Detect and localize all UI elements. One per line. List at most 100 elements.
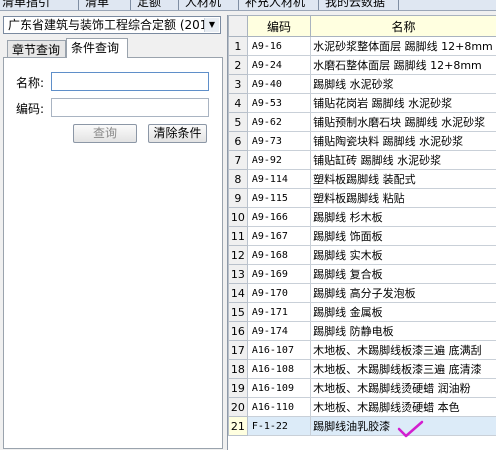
quota-name-cell[interactable]: 木地板、木踢脚线烫硬蜡 润油粉 (310, 378, 496, 398)
table-row[interactable]: 5 A9-62 铺贴预制水磨石块 踢脚线 水泥砂浆 (228, 112, 496, 132)
row-number[interactable]: 3 (228, 74, 248, 94)
code-input[interactable] (51, 98, 209, 117)
quota-code-cell[interactable]: A9-168 (246, 245, 312, 265)
quota-name-cell[interactable]: 铺贴陶瓷块料 踢脚线 水泥砂浆 (310, 131, 496, 151)
quota-code-cell[interactable]: A9-115 (246, 188, 312, 208)
clear-conditions-button[interactable]: 清除条件 (148, 124, 207, 143)
table-row[interactable]: 2 A9-24 水磨石整体面层 踢脚线 12+8mm (228, 55, 496, 75)
row-number[interactable]: 19 (228, 378, 248, 398)
quota-name-cell[interactable]: 木地板、木踢脚线板漆三遍 底满刮 (310, 340, 496, 360)
row-number[interactable]: 7 (228, 150, 248, 170)
quota-code-cell[interactable]: A9-24 (246, 55, 312, 75)
quota-code-cell[interactable]: A9-40 (246, 74, 312, 94)
row-number[interactable]: 10 (228, 207, 248, 227)
quota-name-cell[interactable]: 踢脚线 水泥砂浆 (310, 74, 496, 94)
quota-name-cell[interactable]: 踢脚线 复合板 (310, 264, 496, 284)
tab-quota[interactable]: 定额 (137, 0, 161, 10)
quota-code-cell[interactable]: A9-16 (246, 36, 312, 56)
table-row[interactable]: 10 A9-166 踢脚线 杉木板 (228, 207, 496, 227)
quota-code-cell[interactable]: A9-114 (246, 169, 312, 189)
row-number[interactable]: 14 (228, 283, 248, 303)
table-row[interactable]: 13 A9-169 踢脚线 复合板 (228, 264, 496, 284)
table-row[interactable]: 7 A9-92 铺贴缸砖 踢脚线 水泥砂浆 (228, 150, 496, 170)
query-button[interactable]: 查询 (73, 124, 137, 143)
row-number[interactable]: 17 (228, 340, 248, 360)
table-row[interactable]: 8 A9-114 塑料板踢脚线 装配式 (228, 169, 496, 189)
table-row[interactable]: 11 A9-167 踢脚线 饰面板 (228, 226, 496, 246)
quota-name-cell[interactable]: 木地板、木踢脚线板漆三遍 底清漆 (310, 359, 496, 379)
quota-library-select[interactable]: 广东省建筑与装饰工程综合定额 (201 ▼ (3, 16, 221, 34)
quota-name-cell[interactable]: 铺贴预制水磨石块 踢脚线 水泥砂浆 (310, 112, 496, 132)
tab-condition-query[interactable]: 条件查询 (66, 38, 128, 58)
row-number[interactable]: 4 (228, 93, 248, 113)
quota-name-cell[interactable]: 水磨石整体面层 踢脚线 12+8mm (310, 55, 496, 75)
row-number[interactable]: 1 (228, 36, 248, 56)
quota-code-cell[interactable]: A16-107 (246, 340, 312, 360)
quota-code-cell[interactable]: A9-174 (246, 321, 312, 341)
quota-name-cell[interactable]: 踢脚线 实木板 (310, 245, 496, 265)
row-number[interactable]: 21 (228, 416, 248, 436)
table-row[interactable]: 19 A16-109 木地板、木踢脚线烫硬蜡 润油粉 (228, 378, 496, 398)
row-number[interactable]: 9 (228, 188, 248, 208)
quota-name-cell[interactable]: 铺贴花岗岩 踢脚线 水泥砂浆 (310, 93, 496, 113)
table-row[interactable]: 18 A16-108 木地板、木踢脚线板漆三遍 底清漆 (228, 359, 496, 379)
quota-code-cell[interactable]: A9-73 (246, 131, 312, 151)
chevron-down-icon[interactable]: ▼ (204, 18, 219, 32)
quota-name-cell[interactable]: 踢脚线 高分子发泡板 (310, 283, 496, 303)
tab-cloud-data[interactable]: 我的云数据 (325, 0, 385, 10)
quota-name-cell[interactable]: 水泥砂浆整体面层 踢脚线 12+8mm (310, 36, 496, 56)
quota-name-cell[interactable]: 踢脚线 杉木板 (310, 207, 496, 227)
tab-chapter-query[interactable]: 章节查询 (7, 40, 66, 58)
quota-name-cell[interactable]: 踢脚线油乳胶漆 (310, 416, 496, 436)
quota-code-cell[interactable]: A9-167 (246, 226, 312, 246)
row-number[interactable]: 20 (228, 397, 248, 417)
quota-code-cell[interactable]: A9-92 (246, 150, 312, 170)
row-number[interactable]: 16 (228, 321, 248, 341)
quota-code-cell[interactable]: A9-53 (246, 93, 312, 113)
quota-code-cell[interactable]: A9-62 (246, 112, 312, 132)
table-row[interactable]: 14 A9-170 踢脚线 高分子发泡板 (228, 283, 496, 303)
quota-name-cell[interactable]: 踢脚线 饰面板 (310, 226, 496, 246)
quota-name-cell[interactable]: 塑料板踢脚线 装配式 (310, 169, 496, 189)
row-number[interactable]: 18 (228, 359, 248, 379)
row-number[interactable]: 5 (228, 112, 248, 132)
quota-code-cell[interactable]: F-1-22 (246, 416, 312, 436)
table-row[interactable]: 15 A9-171 踢脚线 金属板 (228, 302, 496, 322)
quota-results-grid[interactable]: 编码 名称 1 A9-16 水泥砂浆整体面层 踢脚线 12+8mm 2 A9-24 水磨石… (227, 15, 496, 450)
quota-name-cell[interactable]: 铺贴缸砖 踢脚线 水泥砂浆 (310, 150, 496, 170)
tab-bill[interactable]: 清单 (85, 0, 109, 10)
row-number[interactable]: 12 (228, 245, 248, 265)
row-number[interactable]: 13 (228, 264, 248, 284)
tab-custom-materials[interactable]: 补充人材机 (245, 0, 305, 10)
table-row[interactable]: 4 A9-53 铺贴花岗岩 踢脚线 水泥砂浆 (228, 93, 496, 113)
row-number[interactable]: 15 (228, 302, 248, 322)
table-row[interactable]: 6 A9-73 铺贴陶瓷块料 踢脚线 水泥砂浆 (228, 131, 496, 151)
quota-code-cell[interactable]: A9-166 (246, 207, 312, 227)
quota-code-cell[interactable]: A9-169 (246, 264, 312, 284)
table-row[interactable]: 21 F-1-22 踢脚线油乳胶漆 (228, 416, 496, 436)
quota-code-cell[interactable]: A16-108 (246, 359, 312, 379)
quota-name-cell[interactable]: 踢脚线 防静电板 (310, 321, 496, 341)
table-row[interactable]: 1 A9-16 水泥砂浆整体面层 踢脚线 12+8mm (228, 36, 496, 56)
quota-code-cell[interactable]: A9-170 (246, 283, 312, 303)
row-number[interactable]: 11 (228, 226, 248, 246)
tab-materials[interactable]: 人材机 (185, 0, 221, 10)
quota-code-cell[interactable]: A9-171 (246, 302, 312, 322)
row-number[interactable]: 2 (228, 55, 248, 75)
quota-name-cell[interactable]: 塑料板踢脚线 粘贴 (310, 188, 496, 208)
row-number[interactable]: 8 (228, 169, 248, 189)
quota-code-cell[interactable]: A16-109 (246, 378, 312, 398)
table-row[interactable]: 3 A9-40 踢脚线 水泥砂浆 (228, 74, 496, 94)
table-row[interactable]: 9 A9-115 塑料板踢脚线 粘贴 (228, 188, 496, 208)
table-row[interactable]: 20 A16-110 木地板、木踢脚线烫硬蜡 本色 (228, 397, 496, 417)
tab-bill-guide[interactable]: 清单指引 (2, 0, 50, 10)
name-input[interactable] (51, 72, 209, 91)
table-row[interactable]: 12 A9-168 踢脚线 实木板 (228, 245, 496, 265)
table-row[interactable]: 16 A9-174 踢脚线 防静电板 (228, 321, 496, 341)
quota-name-cell[interactable]: 木地板、木踢脚线烫硬蜡 本色 (310, 397, 496, 417)
column-header-name[interactable]: 名称 (310, 15, 496, 37)
row-number[interactable]: 6 (228, 131, 248, 151)
quota-code-cell[interactable]: A16-110 (246, 397, 312, 417)
table-row[interactable]: 17 A16-107 木地板、木踢脚线板漆三遍 底满刮 (228, 340, 496, 360)
quota-name-cell[interactable]: 踢脚线 金属板 (310, 302, 496, 322)
